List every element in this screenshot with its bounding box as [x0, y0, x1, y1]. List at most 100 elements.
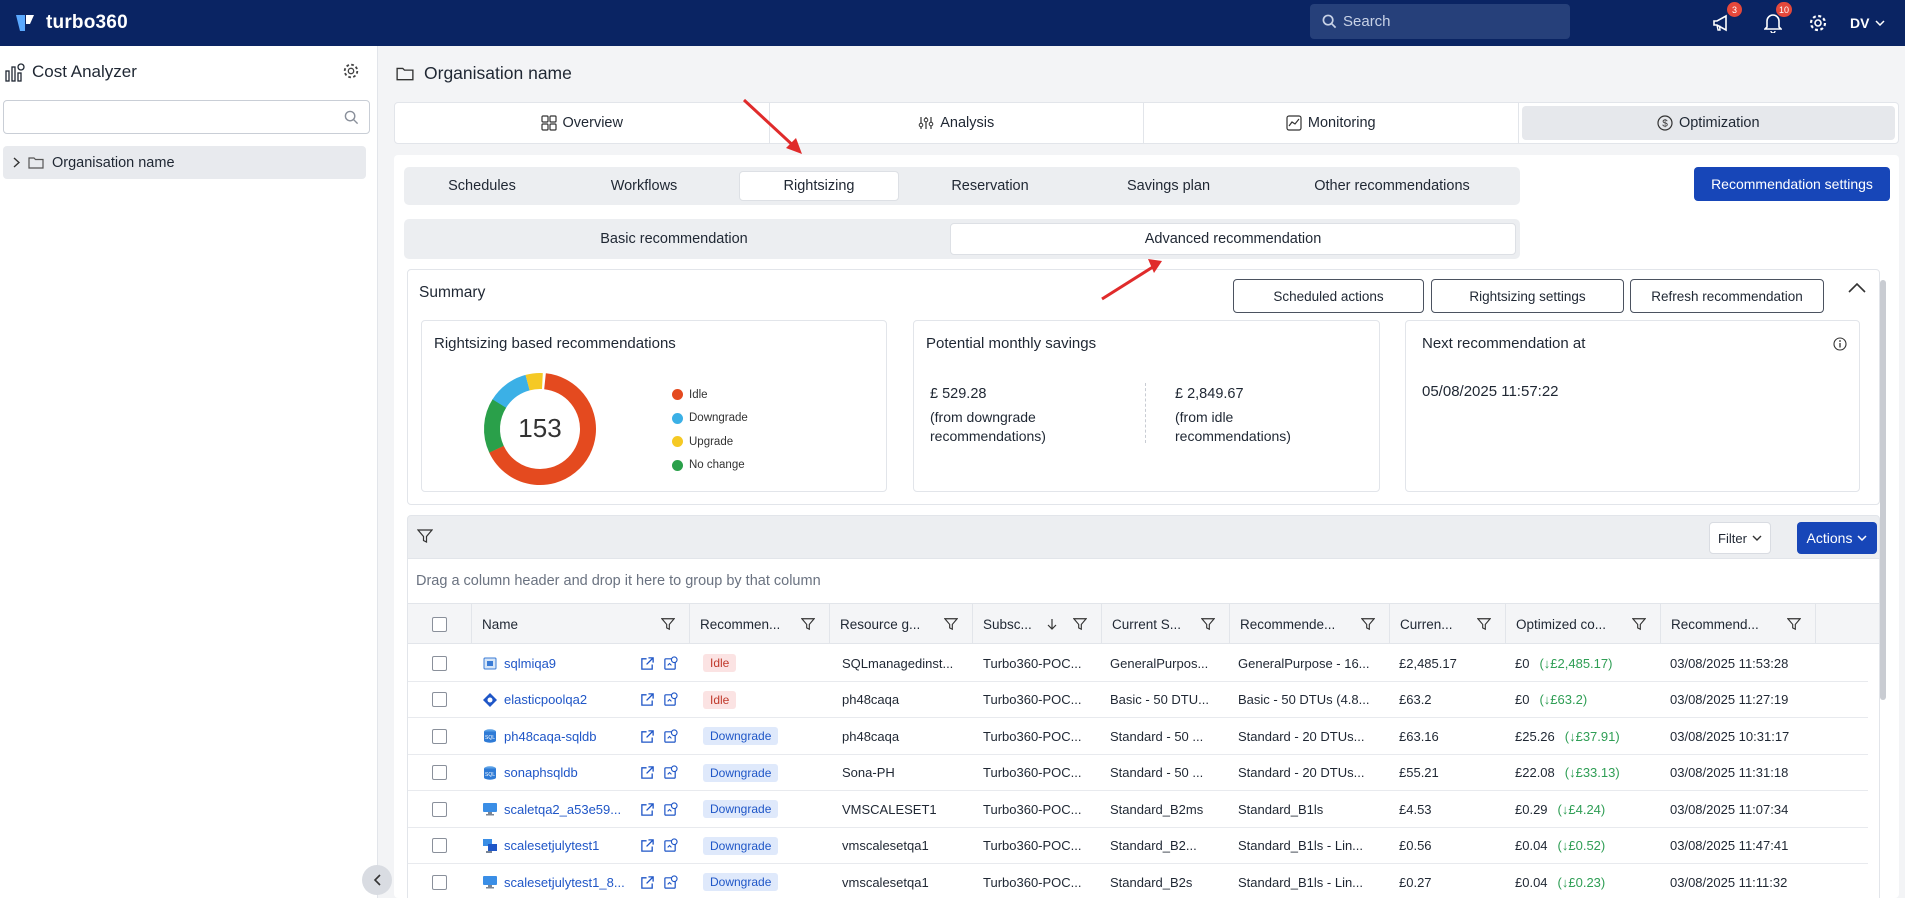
schedule-action-icon[interactable] — [663, 765, 678, 780]
basic-recommendation-tab[interactable]: Basic recommendation — [404, 223, 944, 255]
info-icon[interactable] — [1833, 337, 1847, 354]
table-row[interactable]: scalesetjulytest1 Downgrade vmscalesetqa1 T… — [408, 828, 1868, 864]
recommendation-settings-button[interactable]: Recommendation settings — [1694, 167, 1890, 201]
schedule-action-icon[interactable] — [663, 875, 678, 890]
resource-name-link[interactable]: elasticpoolqa2 — [504, 692, 587, 707]
tab-overview[interactable]: Overview — [395, 103, 770, 143]
legend-item-idle[interactable]: Idle — [672, 383, 748, 407]
schedule-action-icon[interactable] — [663, 692, 678, 707]
column-filter-icon[interactable] — [1201, 617, 1215, 631]
column-filter-icon[interactable] — [801, 617, 815, 631]
filter-dropdown-button[interactable]: Filter — [1709, 522, 1771, 554]
app-logo[interactable]: turbo360 — [14, 12, 128, 34]
current-cost-cell: £63.2 — [1399, 692, 1432, 708]
settings-button[interactable] — [1805, 10, 1831, 36]
summary-scrollbar[interactable] — [1880, 280, 1886, 700]
subtab-other-recommendations[interactable]: Other recommendations — [1264, 171, 1520, 201]
collapse-sidebar-button[interactable] — [362, 865, 392, 895]
group-by-drop-area[interactable]: Drag a column header and drop it here to… — [408, 559, 1879, 604]
resource-name-link[interactable]: sqlmiqa9 — [504, 656, 556, 671]
select-all-checkbox[interactable] — [432, 616, 447, 632]
tab-analysis[interactable]: Analysis — [770, 103, 1144, 143]
cost-analyzer-icon — [5, 63, 25, 82]
announcements-badge: 3 — [1727, 2, 1742, 17]
open-external-icon[interactable] — [640, 802, 655, 817]
advanced-recommendation-tab[interactable]: Advanced recommendation — [950, 223, 1516, 255]
open-external-icon[interactable] — [640, 729, 655, 744]
row-checkbox[interactable] — [432, 801, 447, 817]
filter-toggle-button[interactable] — [416, 528, 434, 547]
subtab-schedules[interactable]: Schedules — [404, 171, 560, 201]
legend-item-downgrade[interactable]: Downgrade — [672, 407, 748, 431]
table-row[interactable]: scaletqa2_a53e59... Downgrade VMSCALESET1 T… — [408, 791, 1868, 828]
sidebar-settings-button[interactable] — [342, 62, 360, 83]
resource-name-link[interactable]: ph48caqa-sqldb — [504, 729, 597, 744]
collapse-summary-button[interactable] — [1848, 280, 1866, 296]
column-filter-icon[interactable] — [1787, 617, 1801, 631]
column-header-current-sku[interactable]: Current S... — [1102, 604, 1230, 644]
legend-label: Downgrade — [689, 412, 748, 425]
row-checkbox[interactable] — [432, 765, 447, 781]
table-row[interactable]: SQL sonaphsqldb Downgrade Sona-PH Turbo360-P… — [408, 755, 1868, 792]
row-checkbox[interactable] — [432, 692, 447, 708]
column-label: Resource g... — [840, 616, 921, 632]
subtab-savings-plan[interactable]: Savings plan — [1086, 171, 1251, 201]
column-header-recommendation[interactable]: Recommen... — [690, 604, 830, 644]
user-menu[interactable]: DV — [1850, 8, 1885, 38]
open-external-icon[interactable] — [640, 765, 655, 780]
resource-name-link[interactable]: sonaphsqldb — [504, 765, 578, 780]
subtab-reservation[interactable]: Reservation — [909, 171, 1071, 201]
table-row[interactable]: sqlmiqa9 Idle SQLmanagedinst... Turbo360-PO… — [408, 645, 1868, 682]
schedule-action-icon[interactable] — [663, 729, 678, 744]
rightsizing-settings-button[interactable]: Rightsizing settings — [1431, 279, 1624, 313]
row-checkbox[interactable] — [432, 655, 447, 671]
resource-name-link[interactable]: scalesetjulytest1 — [504, 838, 599, 853]
column-header-resource-group[interactable]: Resource g... — [830, 604, 973, 644]
resource-name-link[interactable]: scalesetjulytest1_8... — [504, 875, 625, 890]
row-checkbox[interactable] — [432, 728, 447, 744]
open-external-icon[interactable] — [640, 875, 655, 890]
column-filter-icon[interactable] — [1361, 617, 1375, 631]
resource-name-link[interactable]: scaletqa2_a53e59... — [504, 802, 621, 817]
tab-monitoring[interactable]: Monitoring — [1144, 103, 1519, 143]
column-header-name[interactable]: Name — [472, 604, 690, 644]
schedule-action-icon[interactable] — [663, 838, 678, 853]
sidebar-search-input[interactable] — [3, 100, 370, 134]
table-row[interactable]: SQL ph48caqa-sqldb Downgrade ph48caqa Turbo3… — [408, 718, 1868, 755]
schedule-action-icon[interactable] — [663, 802, 678, 817]
sort-descending-icon[interactable] — [1047, 618, 1057, 630]
table-row[interactable]: scalesetjulytest1_8... Downgrade vmscalese… — [408, 864, 1868, 898]
tree-item-organisation[interactable]: Organisation name — [3, 146, 366, 179]
legend-item-upgrade[interactable]: Upgrade — [672, 430, 748, 454]
open-external-icon[interactable] — [640, 656, 655, 671]
column-filter-icon[interactable] — [944, 617, 958, 631]
subtab-rightsizing[interactable]: Rightsizing — [739, 171, 899, 201]
column-filter-icon[interactable] — [1073, 617, 1087, 631]
table-row[interactable]: elasticpoolqa2 Idle ph48caqa Turbo360-POC..… — [408, 682, 1868, 718]
column-filter-icon[interactable] — [1632, 617, 1646, 631]
chevron-right-icon[interactable] — [13, 157, 20, 168]
global-search-input[interactable]: Search — [1310, 4, 1570, 39]
resource-name-cell: SQL sonaphsqldb — [482, 755, 632, 792]
column-header-optimized-cost[interactable]: Optimized co... — [1506, 604, 1661, 644]
scheduled-actions-button[interactable]: Scheduled actions — [1233, 279, 1424, 313]
notifications-button[interactable]: 10 — [1760, 2, 1792, 36]
open-external-icon[interactable] — [640, 692, 655, 707]
column-header-current-cost[interactable]: Curren... — [1390, 604, 1506, 644]
announcements-button[interactable]: 3 — [1710, 2, 1742, 36]
actions-dropdown-button[interactable]: Actions — [1797, 522, 1877, 554]
column-filter-icon[interactable] — [1477, 617, 1491, 631]
open-external-icon[interactable] — [640, 838, 655, 853]
schedule-action-icon[interactable] — [663, 656, 678, 671]
column-header-recommended-on[interactable]: Recommend... — [1661, 604, 1816, 644]
column-header-recommended-sku[interactable]: Recommende... — [1230, 604, 1390, 644]
grid-scrollbar[interactable] — [1880, 660, 1886, 698]
tab-optimization[interactable]: $ Optimization — [1521, 106, 1895, 140]
legend-item-no-change[interactable]: No change — [672, 454, 748, 478]
column-header-subscription[interactable]: Subsc... — [973, 604, 1102, 644]
row-checkbox[interactable] — [432, 874, 447, 890]
subtab-workflows[interactable]: Workflows — [560, 171, 728, 201]
row-checkbox[interactable] — [432, 838, 447, 854]
refresh-recommendation-button[interactable]: Refresh recommendation — [1630, 279, 1824, 313]
column-filter-icon[interactable] — [661, 617, 675, 631]
